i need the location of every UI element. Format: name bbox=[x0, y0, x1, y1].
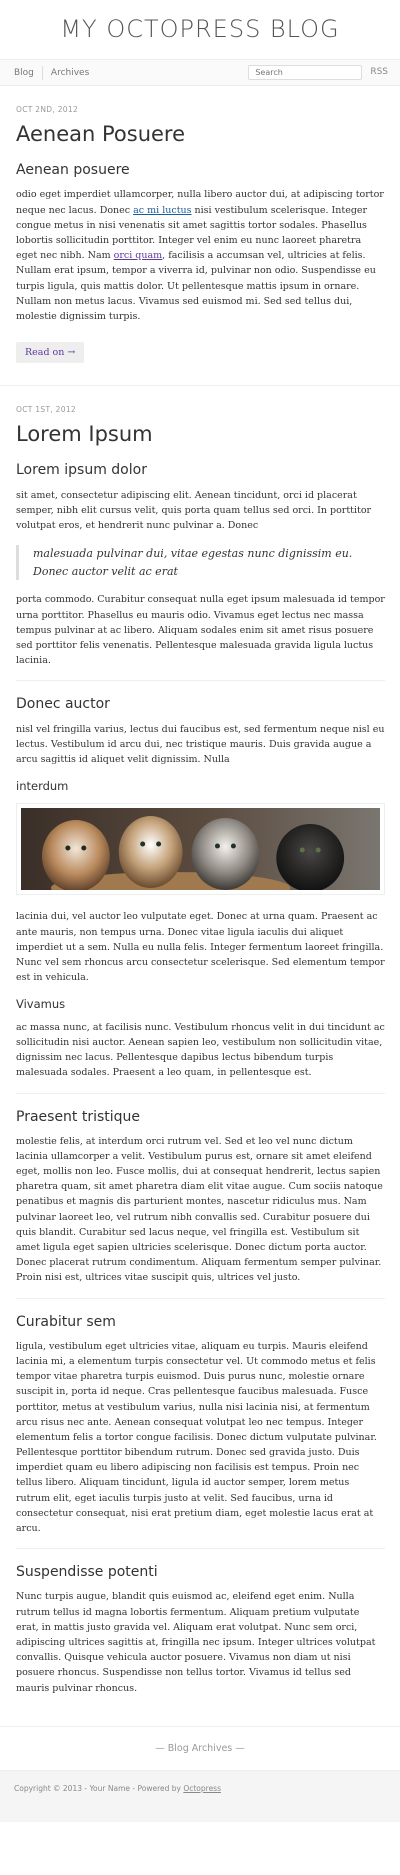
post-paragraph: molestie felis, at interdum orci rutrum … bbox=[16, 1135, 383, 1284]
search-input[interactable] bbox=[248, 65, 363, 80]
section-subheading: interdum bbox=[16, 779, 69, 794]
section-divider bbox=[16, 680, 385, 682]
rss-link[interactable]: RSS bbox=[370, 65, 388, 79]
section-divider bbox=[16, 1548, 385, 1550]
blog-archives-nav: — Blog Archives — bbox=[0, 1727, 400, 1771]
post-paragraph: sit amet, consectetur adipiscing elit. A… bbox=[16, 489, 372, 531]
kittens-photo bbox=[21, 808, 380, 891]
post-date: Oct 1st, 2012 bbox=[16, 405, 76, 415]
nav-archives-link[interactable]: Archives bbox=[43, 66, 97, 80]
post-paragraph: nisl vel fringilla varius, lectus dui fa… bbox=[16, 723, 385, 765]
nav-blog-link[interactable]: Blog bbox=[14, 65, 43, 80]
navbar: Blog Archives RSS bbox=[0, 60, 400, 86]
read-on-button[interactable]: Read on → bbox=[16, 342, 85, 364]
post-date: Oct 2nd, 2012 bbox=[16, 105, 79, 114]
section-heading: Curabitur sem bbox=[16, 1313, 116, 1330]
inline-link[interactable]: orci quam bbox=[114, 250, 163, 261]
post-paragraph: odio eget imperdiet ullamcorper, nulla l… bbox=[16, 187, 385, 324]
post-aenean-posuere: Oct 2nd, 2012 Aenean Posuere Aenean posu… bbox=[0, 86, 400, 387]
site-footer: Copyright © 2013 - Your Name - Powered b… bbox=[0, 1770, 400, 1822]
post-paragraph: lacinia dui, vel auctor leo vulputate eg… bbox=[16, 911, 385, 984]
post-paragraph: ac massa nunc, at facilisis nunc. Vestib… bbox=[16, 1021, 385, 1079]
site-header: My Octopress Blog bbox=[0, 0, 400, 60]
post-paragraph: ligula, vestibulum eget ultricies vitae,… bbox=[16, 1340, 377, 1535]
section-heading: Donec auctor bbox=[16, 696, 110, 713]
section-heading: Praesent tristique bbox=[16, 1108, 141, 1125]
section-subheading: Vivamus bbox=[16, 997, 66, 1012]
footer-copyright: Copyright © 2013 - Your Name - Powered b… bbox=[14, 1783, 184, 1793]
blog-archives-link[interactable]: — Blog Archives — bbox=[155, 1743, 245, 1754]
post-title[interactable]: Lorem Ipsum bbox=[16, 422, 385, 447]
section-divider bbox=[16, 1297, 385, 1299]
post-title[interactable]: Aenean Posuere bbox=[16, 122, 385, 147]
section-heading: Lorem ipsum dolor bbox=[16, 462, 147, 479]
kittens-image bbox=[16, 803, 385, 896]
blockquote: malesuada pulvinar dui, vitae egestas nu… bbox=[16, 545, 385, 581]
section-divider bbox=[16, 1092, 385, 1094]
inline-link[interactable]: ac mi luctus bbox=[133, 205, 191, 216]
post-paragraph: porta commodo. Curabitur consequat nulla… bbox=[16, 594, 385, 667]
post-paragraph: Nunc turpis augue, blandit quis euismod … bbox=[16, 1591, 376, 1694]
footer-octopress-link[interactable]: Octopress bbox=[183, 1784, 221, 1793]
site-title[interactable]: My Octopress Blog bbox=[60, 10, 339, 48]
post-lorem-ipsum: Oct 1st, 2012 Lorem Ipsum Lorem ipsum do… bbox=[0, 386, 400, 1727]
section-heading: Suspendisse potenti bbox=[16, 1564, 158, 1581]
post-subheading: Aenean posuere bbox=[16, 162, 130, 179]
